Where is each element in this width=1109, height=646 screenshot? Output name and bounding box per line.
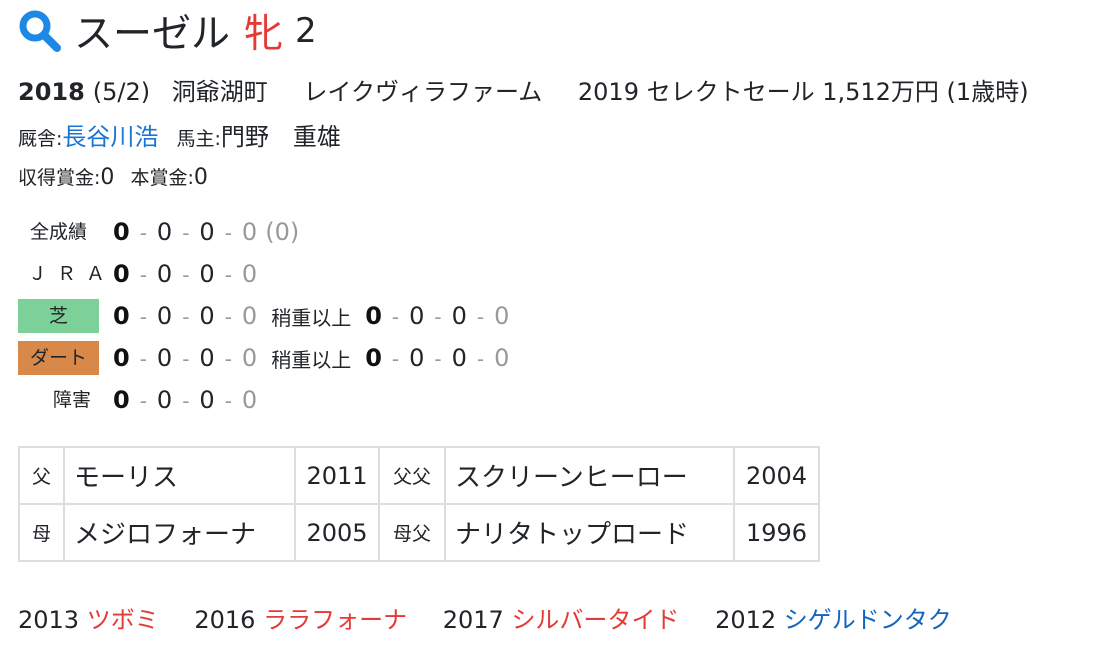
cond-other: 0 (494, 344, 510, 372)
record-win: 0 (113, 344, 130, 372)
record-row-turf: 芝 0- 0- 0- 0 稍重以上 0- 0- 0- 0 (18, 297, 509, 335)
sibling-item: 2017 シルバータイド (443, 606, 687, 634)
earned-prize-value: 0 (100, 165, 115, 190)
trainer-label: 厩舎: (18, 128, 63, 150)
trainer-link[interactable]: 長谷川浩 (62, 123, 158, 151)
pedigree-table: 父 モーリス 2011 父父 スクリーンヒーロー 2004 母 メジロフォーナ … (18, 446, 820, 562)
sibling-name-link[interactable]: ツボミ (87, 606, 159, 634)
cond-second: 0 (409, 344, 425, 372)
sibling-name-link[interactable]: シゲルドンタク (784, 606, 952, 634)
dam-name[interactable]: メジロフォーナ (63, 503, 296, 562)
record-label: 障害 (52, 389, 91, 411)
birth-date: (5/2) (92, 78, 151, 106)
record-row-overall: 全成績 0- 0- 0- 0 (0) (18, 213, 299, 251)
record-other: 0 (241, 302, 258, 330)
record-numbers: 0- 0- 0- 0 (0) (113, 218, 300, 246)
record-other: 0 (241, 260, 258, 288)
dam-sire-label: 母父 (378, 503, 446, 562)
cond-other: 0 (494, 302, 510, 330)
sibling-item: 2012 シゲルドンタク (715, 606, 952, 634)
sibling-name-link[interactable]: シルバータイド (511, 606, 679, 634)
record-win: 0 (113, 218, 130, 246)
record-label: ＪＲＡ (28, 263, 116, 285)
search-icon[interactable] (18, 9, 62, 53)
record-second: 0 (156, 260, 173, 288)
birth-year: 2018 (18, 78, 85, 106)
sire-sire-label: 父父 (378, 446, 446, 505)
cond-third: 0 (451, 344, 467, 372)
cond-third: 0 (451, 302, 467, 330)
record-other: 0 (241, 386, 258, 414)
record-second: 0 (156, 218, 173, 246)
sire-sire-year: 2004 (733, 446, 820, 505)
turf-badge: 芝 (18, 299, 99, 333)
record-label: 全成績 (29, 221, 87, 243)
record-win: 0 (113, 302, 130, 330)
record-win: 0 (113, 386, 130, 414)
sibling-item: 2013 ツボミ (18, 606, 166, 634)
horse-sex: 牝 (244, 12, 284, 57)
record-third: 0 (199, 260, 215, 288)
cond-second: 0 (409, 302, 425, 330)
info-row: 2018 (5/2) 洞爺湖町 レイクヴィラファーム 2019 セレクトセール 1… (18, 72, 1043, 107)
owner-name: 門野 重雄 (220, 123, 341, 151)
condition-numbers: 0- 0- 0- 0 (365, 344, 510, 372)
title-row: スーゼル 牝 2 (18, 5, 317, 57)
main-prize-value: 0 (193, 165, 208, 190)
pedigree-row-sire: 父 モーリス 2011 父父 スクリーンヒーロー 2004 (18, 446, 820, 505)
record-numbers: 0- 0- 0- 0 (113, 344, 258, 372)
main-prize-label: 本賞金: (130, 167, 194, 189)
sire-name[interactable]: モーリス (63, 446, 296, 505)
record-row-jra: ＪＲＡ 0- 0- 0- 0 (18, 255, 257, 293)
sibling-year: 2017 (442, 606, 504, 634)
record-extra: (0) (265, 218, 300, 246)
record-second: 0 (156, 386, 173, 414)
sire-year: 2011 (294, 446, 380, 505)
dam-label: 母 (18, 503, 65, 562)
sibling-name-link[interactable]: ララフォーナ (263, 606, 407, 634)
cond-win: 0 (365, 302, 382, 330)
record-second: 0 (156, 344, 173, 372)
record-other: 0 (241, 344, 258, 372)
sibling-year: 2016 (194, 606, 256, 634)
siblings-row: 2013 ツボミ 2016 ララフォーナ 2017 シルバータイド 2012 シ… (18, 600, 980, 635)
condition-label: 稍重以上 (271, 305, 352, 330)
record-numbers: 0- 0- 0- 0 (113, 260, 258, 288)
sale-info: 2019 セレクトセール 1,512万円 (1歳時) (577, 78, 1029, 106)
sibling-item: 2016 ララフォーナ (194, 606, 414, 634)
record-other: 0 (241, 218, 258, 246)
horse-age: 2 (295, 11, 317, 51)
dam-year: 2005 (294, 503, 380, 562)
record-row-steeple: 障害 0- 0- 0- 0 (18, 381, 257, 419)
earned-prize-label: 収得賞金: (18, 167, 101, 189)
sibling-year: 2012 (715, 606, 777, 634)
record-row-dirt: ダート 0- 0- 0- 0 稍重以上 0- 0- 0- 0 (18, 339, 509, 377)
dirt-badge: ダート (18, 341, 99, 375)
stable-row: 厩舎:長谷川浩 馬主:門野 重雄 (18, 117, 341, 152)
sibling-year: 2013 (18, 606, 80, 634)
prize-row: 収得賞金:0 本賞金:0 (18, 163, 208, 190)
record-second: 0 (156, 302, 173, 330)
dam-sire-year: 1996 (733, 503, 820, 562)
owner-label: 馬主: (176, 128, 221, 150)
condition-numbers: 0- 0- 0- 0 (365, 302, 510, 330)
record-win: 0 (113, 260, 130, 288)
record-third: 0 (199, 302, 215, 330)
birthplace: 洞爺湖町 (171, 78, 268, 106)
record-third: 0 (199, 344, 215, 372)
sire-sire-name[interactable]: スクリーンヒーロー (444, 446, 735, 505)
dam-sire-name[interactable]: ナリタトップロード (444, 503, 735, 562)
record-numbers: 0- 0- 0- 0 (113, 386, 258, 414)
condition-label: 稍重以上 (271, 347, 352, 372)
sire-label: 父 (18, 446, 65, 505)
breeder: レイクヴィラファーム (303, 78, 543, 106)
record-third: 0 (199, 386, 215, 414)
record-numbers: 0- 0- 0- 0 (113, 302, 258, 330)
cond-win: 0 (365, 344, 382, 372)
pedigree-row-dam: 母 メジロフォーナ 2005 母父 ナリタトップロード 1996 (18, 503, 820, 562)
horse-name: スーゼル (74, 12, 231, 57)
record-third: 0 (199, 218, 215, 246)
